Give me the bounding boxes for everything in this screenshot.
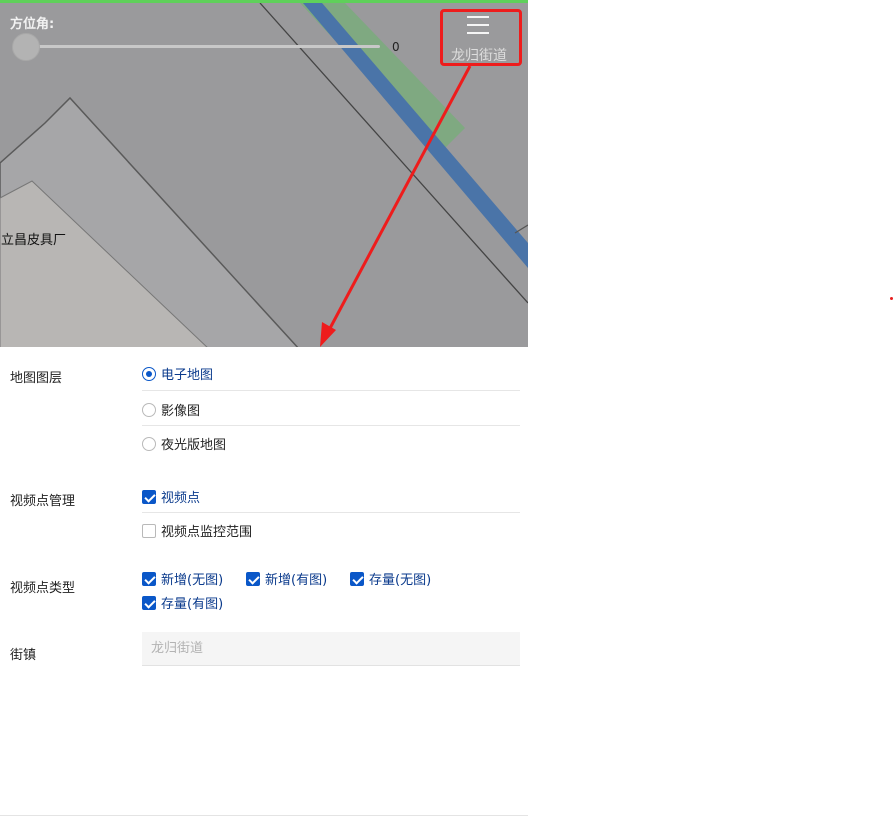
- checkbox-label: 新增(有图): [265, 573, 328, 588]
- map-view[interactable]: 方位角: 0 龙归街道 立昌皮具厂: [0, 0, 528, 347]
- street-input[interactable]: [142, 632, 520, 666]
- map-layer-label: 地图图层: [10, 371, 63, 386]
- checkbox-stock-no-image[interactable]: 存量(无图): [350, 569, 431, 588]
- checkbox-video-range[interactable]: 视频点监控范围: [142, 521, 252, 540]
- panel-bottom-border: [0, 815, 528, 816]
- divider: [142, 390, 520, 391]
- checkbox-label: 视频点监控范围: [161, 525, 253, 540]
- checkbox-new-no-image[interactable]: 新增(无图): [142, 569, 223, 588]
- hamburger-menu-icon[interactable]: [467, 16, 489, 34]
- checkbox-label: 视频点: [161, 491, 201, 506]
- radio-label: 电子地图: [161, 368, 214, 383]
- radio-unselected-icon[interactable]: [142, 436, 156, 451]
- azimuth-slider-track[interactable]: [26, 45, 380, 48]
- radio-label: 夜光版地图: [161, 438, 227, 453]
- checkbox-label: 存量(有图): [161, 597, 224, 612]
- checkbox-stock-with-image[interactable]: 存量(有图): [142, 593, 223, 612]
- radio-electronic-map[interactable]: 电子地图: [142, 364, 213, 383]
- checkbox-video-point[interactable]: 视频点: [142, 487, 200, 506]
- checkbox-checked-icon[interactable]: [142, 595, 156, 610]
- video-type-label: 视频点类型: [10, 581, 76, 596]
- azimuth-slider-thumb[interactable]: [12, 33, 40, 61]
- video-mgmt-label: 视频点管理: [10, 494, 76, 509]
- radio-label: 影像图: [161, 404, 201, 419]
- layer-settings-panel: 地图图层 电子地图 影像图 夜光版地图 视频点管理 视频点 视频点监控范围 视频…: [0, 347, 528, 817]
- checkbox-new-with-image[interactable]: 新增(有图): [246, 569, 327, 588]
- radio-selected-icon[interactable]: [142, 366, 156, 381]
- radio-satellite-map[interactable]: 影像图: [142, 400, 200, 419]
- checkbox-checked-icon[interactable]: [350, 571, 364, 586]
- current-street-label[interactable]: 龙归街道: [451, 45, 507, 65]
- red-dot-marker: [890, 297, 893, 300]
- azimuth-label: 方位角:: [10, 17, 55, 32]
- divider: [142, 425, 520, 426]
- checkbox-checked-icon[interactable]: [142, 571, 156, 586]
- map-place-label: 立昌皮具厂: [1, 233, 67, 248]
- street-label: 街镇: [10, 648, 37, 663]
- radio-night-map[interactable]: 夜光版地图: [142, 434, 226, 453]
- checkbox-checked-icon[interactable]: [142, 489, 156, 504]
- azimuth-value: 0: [392, 40, 400, 54]
- checkbox-label: 新增(无图): [161, 573, 224, 588]
- radio-unselected-icon[interactable]: [142, 402, 156, 417]
- divider: [142, 512, 520, 513]
- checkbox-unchecked-icon[interactable]: [142, 523, 156, 538]
- checkbox-label: 存量(无图): [369, 573, 432, 588]
- checkbox-checked-icon[interactable]: [246, 571, 260, 586]
